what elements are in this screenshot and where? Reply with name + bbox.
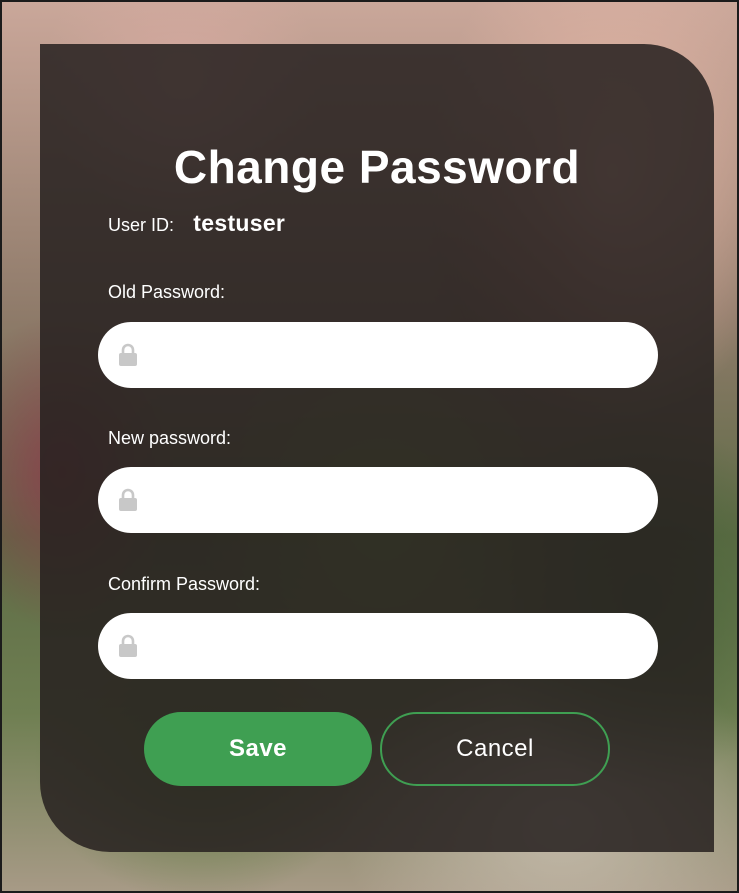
lock-icon: [119, 488, 137, 511]
user-id-row: User ID: testuser: [108, 210, 285, 237]
old-password-field[interactable]: [98, 322, 658, 388]
change-password-dialog: Change Password User ID: testuser Old Pa…: [40, 44, 714, 852]
new-password-label: New password:: [108, 428, 232, 448]
lock-icon: [119, 634, 137, 657]
user-id-value: testuser: [193, 210, 286, 236]
confirm-password-field[interactable]: [98, 613, 658, 679]
dialog-title: Change Password: [173, 141, 581, 193]
old-password-input[interactable]: [152, 322, 632, 388]
cancel-button[interactable]: Cancel: [380, 712, 610, 786]
old-password-label: Old Password:: [108, 282, 226, 302]
new-password-field[interactable]: [98, 467, 658, 533]
user-id-label: User ID:: [108, 215, 175, 235]
confirm-password-label: Confirm Password:: [108, 574, 261, 594]
background-photo: Change Password User ID: testuser Old Pa…: [0, 0, 739, 893]
new-password-input[interactable]: [152, 467, 632, 533]
save-button[interactable]: Save: [144, 712, 372, 786]
lock-icon: [119, 343, 137, 366]
confirm-password-input[interactable]: [152, 613, 632, 679]
